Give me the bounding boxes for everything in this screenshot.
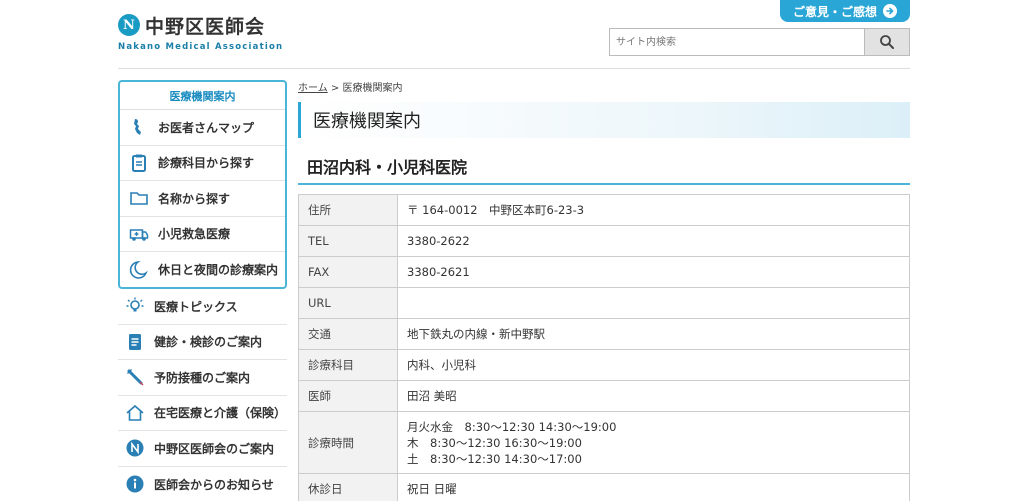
sidebar-item-pediatric-emergency[interactable]: 小児救急医療 (120, 217, 285, 252)
house-icon (124, 402, 146, 424)
checklist-icon (124, 331, 146, 353)
sidebar-item-holiday-night[interactable]: 休日と夜間の診療案内 (120, 252, 285, 287)
table-row: 診療科目 内科、小児科 (298, 349, 910, 381)
doctor-value: 田沼 美昭 (397, 380, 910, 412)
breadcrumb-current: 医療機関案内 (342, 83, 403, 94)
sidebar-item-label: 小児救急医療 (158, 227, 231, 242)
row-key: FAX (298, 256, 398, 288)
opinion-button-label: ご意見・ご感想 (792, 4, 877, 19)
row-key: 診療科目 (298, 349, 398, 381)
ambulance-icon (128, 223, 150, 245)
moon-icon (128, 259, 150, 281)
specialty-value: 内科、小児科 (397, 349, 910, 381)
clinic-name: 田沼内科・小児科医院 (298, 148, 910, 185)
search-icon (880, 35, 894, 49)
sidebar-item-label: 予防接種のご案内 (154, 370, 251, 385)
sidebar-item-label: 医師会からのお知らせ (154, 477, 274, 492)
sidebar-box-title[interactable]: 医療機関案内 (120, 82, 285, 110)
row-key: 医師 (298, 380, 398, 412)
sidebar-item-by-name[interactable]: 名称から探す (120, 181, 285, 217)
sidebar-item-news[interactable]: 医師会からのお知らせ (118, 467, 287, 501)
table-row: URL (298, 287, 910, 319)
table-row: 医師 田沼 美昭 (298, 380, 910, 412)
sidebar-item-doctor-map[interactable]: お医者さんマップ (120, 110, 285, 146)
sidebar-item-label: 健診・検診のご案内 (154, 335, 263, 350)
sidebar-item-association-info[interactable]: 中野区医師会のご案内 (118, 431, 287, 467)
info-icon (124, 473, 146, 495)
sidebar-item-label: 名称から探す (158, 191, 231, 206)
sidebar-item-label: 診療科目から探す (158, 156, 255, 171)
row-key: TEL (298, 225, 398, 257)
table-row: 診療時間 月火水金 8:30～12:30 14:30～19:00 木 8:30～… (298, 411, 910, 474)
sidebar-item-label: 休日と夜間の診療案内 (158, 263, 279, 278)
table-row: 住所 〒 164-0012 中野区本町6-23-3 (298, 194, 910, 226)
sidebar-item-home-care[interactable]: 在宅医療と介護（保険） (118, 396, 287, 431)
arrow-right-icon (883, 4, 897, 18)
page-title: 医療機関案内 (298, 102, 910, 138)
search-input[interactable] (610, 29, 864, 55)
row-key: 休診日 (298, 473, 398, 501)
table-row: TEL 3380-2622 (298, 225, 910, 257)
association-logo-icon (124, 437, 146, 459)
table-row: 休診日 祝日 日曜 (298, 473, 910, 501)
folder-icon (128, 187, 150, 209)
row-key: 交通 (298, 318, 398, 350)
syringe-icon (124, 366, 146, 388)
breadcrumb-home-link[interactable]: ホーム (298, 83, 328, 94)
association-logo-icon: N (118, 14, 140, 36)
search-button[interactable] (864, 29, 909, 55)
fax-value: 3380-2621 (397, 256, 910, 288)
sidebar-item-label: 在宅医療と介護（保険） (154, 406, 287, 421)
access-value: 地下鉄丸の内線・新中野駅 (397, 318, 910, 350)
breadcrumb-separator: > (330, 83, 340, 94)
table-row: FAX 3380-2621 (298, 256, 910, 288)
hours-value: 月火水金 8:30～12:30 14:30～19:00 木 8:30～12:30… (397, 411, 910, 474)
sidebar-item-topics[interactable]: 医療トピックス (118, 289, 287, 325)
map-icon (128, 116, 150, 138)
sidebar-item-label: お医者さんマップ (158, 120, 255, 135)
sidebar-medical-institution-box: 医療機関案内 お医者さんマップ 診療科目から探す 名称から探す 小児救急医療 休… (118, 80, 287, 289)
closed-days-value: 祝日 日曜 (397, 473, 910, 501)
hours-line: 木 8:30～12:30 16:30～19:00 (407, 435, 582, 450)
row-key: 住所 (298, 194, 398, 226)
sidebar-item-label: 医療トピックス (154, 299, 238, 314)
sidebar-item-by-specialty[interactable]: 診療科目から探す (120, 146, 285, 181)
sidebar-item-checkups[interactable]: 健診・検診のご案内 (118, 325, 287, 360)
breadcrumb: ホーム > 医療機関案内 (298, 79, 402, 94)
row-key: 診療時間 (298, 411, 398, 474)
tel-value: 3380-2622 (397, 225, 910, 257)
url-value (397, 287, 910, 319)
logo-subtitle: Nakano Medical Association (118, 42, 284, 52)
sidebar-item-vaccination[interactable]: 予防接種のご案内 (118, 360, 287, 396)
table-row: 交通 地下鉄丸の内線・新中野駅 (298, 318, 910, 350)
address-value: 〒 164-0012 中野区本町6-23-3 (397, 194, 910, 226)
clipboard-icon (128, 152, 150, 174)
site-logo[interactable]: N 中野区医師会 Nakano Medical Association (118, 12, 288, 56)
sidebar-item-label: 中野区医師会のご案内 (154, 441, 275, 456)
hours-line: 月火水金 8:30～12:30 14:30～19:00 (407, 419, 617, 434)
clinic-info-table: 住所 〒 164-0012 中野区本町6-23-3 TEL 3380-2622 … (298, 194, 910, 501)
row-key: URL (298, 287, 398, 319)
header-divider (118, 68, 910, 69)
site-search (609, 28, 910, 56)
logo-title: 中野区医師会 (145, 16, 266, 38)
hours-line: 土 8:30～12:30 14:30～17:00 (407, 451, 582, 466)
opinion-button[interactable]: ご意見・ご感想 (780, 0, 910, 22)
sidebar-nav: 医療トピックス 健診・検診のご案内 予防接種のご案内 在宅医療と介護（保険） 中… (118, 289, 287, 501)
lightbulb-icon (124, 295, 146, 317)
